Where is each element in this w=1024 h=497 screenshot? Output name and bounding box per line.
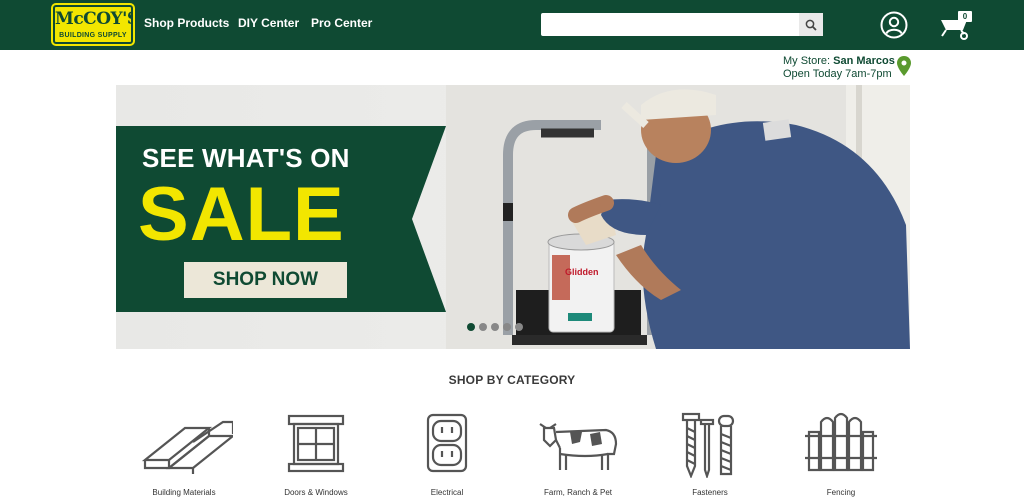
category-label: Fasteners [692,488,728,497]
logo-wordmark: McCOY'S [55,9,139,29]
top-navigation-bar: McCOY'S BUILDING SUPPLY Shop Products DI… [0,0,1024,50]
fence-icon [805,412,877,472]
category-building-materials[interactable]: Building Materials [129,412,239,497]
logo-tagline: BUILDING SUPPLY [59,32,127,39]
carousel-dot-5[interactable] [515,323,523,331]
category-fasteners[interactable]: Fasteners [655,412,765,497]
mccoys-logo[interactable]: McCOY'S BUILDING SUPPLY [51,3,139,46]
search-bar [541,13,823,36]
cow-icon [539,423,618,470]
carousel-dot-3[interactable] [491,323,499,331]
category-label: Electrical [430,488,464,497]
category-label: Fencing [826,488,856,497]
carousel-dot-1[interactable] [467,323,475,331]
nav-diy-center[interactable]: DIY Center [238,16,299,30]
category-label: Building Materials [152,488,216,497]
store-hours: Open Today 7am-7pm [783,68,892,80]
location-pin-icon [897,56,911,76]
banner-sale-text: SALE [138,172,345,257]
shop-by-category-heading: SHOP BY CATEGORY [448,373,576,387]
hero-banner[interactable]: Glidden SEE WHAT'S ON SALE SHOP NOW [116,85,910,349]
nav-pro-center[interactable]: Pro Center [311,16,372,30]
banner-headline: SEE WHAT'S ON [142,143,350,173]
category-label: Doors & Windows [284,488,348,497]
category-farm-ranch-pet[interactable]: Farm, Ranch & Pet [523,412,633,497]
carousel-dot-4[interactable] [503,323,511,331]
category-label: Farm, Ranch & Pet [543,488,613,497]
store-prefix: My Store: [783,55,831,67]
store-name: San Marcos [833,55,895,67]
outlet-icon [426,413,468,473]
carousel-dot-2[interactable] [479,323,487,331]
can-brand-label: Glidden [565,267,599,277]
search-icon [805,19,817,31]
store-info[interactable]: My Store: San Marcos Open Today 7am-7pm [783,55,895,81]
nav-shop-products[interactable]: Shop Products [144,16,229,30]
category-doors-windows[interactable]: Doors & Windows [261,412,371,497]
shop-now-button[interactable]: SHOP NOW [184,262,347,298]
search-input[interactable] [541,13,799,36]
account-icon[interactable] [880,11,908,39]
window-icon [287,414,345,473]
search-button[interactable] [799,13,823,36]
lumber-icon [141,420,233,474]
category-electrical[interactable]: Electrical [392,412,502,497]
cart-count-badge: 0 [958,11,972,22]
screws-icon [681,412,735,478]
category-fencing[interactable]: Fencing [786,412,896,497]
